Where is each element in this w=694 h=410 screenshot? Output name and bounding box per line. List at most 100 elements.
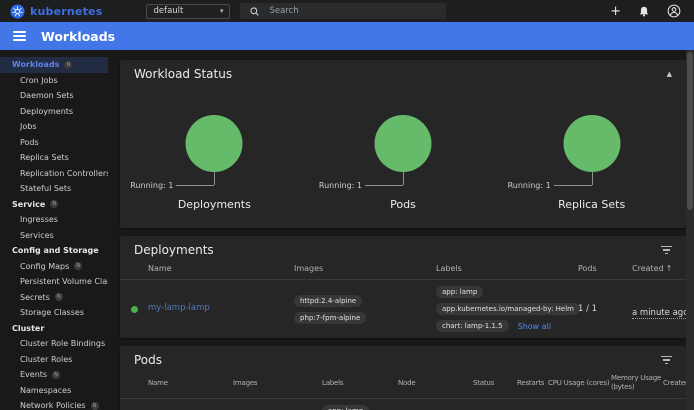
column-header-node[interactable]: Node [398, 379, 473, 387]
namespaced-badge-icon: N [74, 262, 82, 270]
deployment-table-row[interactable]: my-lamp-lamp httpd:2.4-alpine php:7-fpm-… [120, 280, 686, 338]
kubernetes-logo[interactable]: kubernetes [10, 4, 102, 19]
pie-legend: Running: 1 [319, 181, 362, 190]
namespaced-badge-icon: N [91, 402, 99, 410]
legend-connector [592, 172, 593, 185]
brand-text: kubernetes [30, 5, 102, 18]
label-chip: app: lamp [322, 405, 369, 410]
namespaced-badge-icon: N [64, 61, 72, 69]
sidebar-item-cluster-role-bindings[interactable]: Cluster Role Bindings [0, 336, 108, 352]
filter-icon[interactable] [661, 356, 672, 364]
pod-table-row[interactable]: my-lamp-lamp-5fd985cf68-jwvz4 httpd:2.4-… [120, 399, 686, 410]
sidebar-item-stateful-sets[interactable]: Stateful Sets [0, 181, 108, 197]
search-bar[interactable] [240, 3, 446, 19]
sidebar-item-config-maps[interactable]: Config Maps N [0, 259, 108, 275]
sidebar-item-config-and-storage[interactable]: Config and Storage [0, 243, 108, 259]
column-header-restarts[interactable]: Restarts [517, 379, 548, 387]
search-input[interactable] [269, 6, 419, 16]
image-chip: php:7-fpm-alpine [294, 312, 366, 324]
sidebar-item-secrets[interactable]: Secrets N [0, 290, 108, 306]
sidebar-item-persistent-volume-claims[interactable]: Persistent Volume Claims N [0, 274, 108, 290]
deployments-card: Deployments Name Images Labels Pods Crea… [120, 236, 686, 338]
account-user-icon[interactable] [667, 4, 681, 18]
sidebar-item-namespaces[interactable]: Namespaces [0, 383, 108, 399]
pie-slice-running[interactable] [563, 115, 620, 172]
label-chip: chart: lamp-1.1.5 [436, 320, 509, 332]
namespaced-badge-icon: N [55, 293, 63, 301]
workload-status-card: Workload Status ▲ Running: 1 Deployments… [120, 60, 686, 228]
legend-connector [214, 172, 215, 185]
sidebar-item-cluster[interactable]: Cluster [0, 321, 108, 337]
filter-icon[interactable] [661, 246, 672, 254]
column-header-labels[interactable]: Labels [322, 379, 398, 387]
deployments-card-title: Deployments [134, 243, 214, 257]
sidebar-item-daemon-sets[interactable]: Daemon Sets [0, 88, 108, 104]
show-all-link[interactable]: Show all [518, 322, 551, 331]
column-header-labels[interactable]: Labels [436, 264, 578, 273]
scrollbar-thumb[interactable] [687, 52, 693, 210]
namespace-value: default [153, 6, 183, 16]
sidebar-item-replica-sets[interactable]: Replica Sets [0, 150, 108, 166]
deployments-pie-chart: Running: 1 Deployments [120, 88, 309, 218]
sidebar-item-service[interactable]: Service N [0, 197, 108, 213]
pie-legend: Running: 1 [130, 181, 173, 190]
pie-slice-running[interactable] [186, 115, 243, 172]
legend-connector [365, 185, 403, 186]
search-icon [249, 6, 260, 17]
column-header-memory-usage[interactable]: Memory Usage (bytes) [606, 374, 663, 392]
workload-status-title: Workload Status [134, 67, 232, 81]
pods-card-title: Pods [134, 353, 162, 367]
sidebar-item-workloads[interactable]: Workloads N [0, 57, 108, 73]
column-header-cpu-usage[interactable]: CPU Usage (cores) [548, 379, 606, 387]
sidebar-item-pods[interactable]: Pods [0, 135, 108, 151]
label-chip: app.kubernetes.io/managed-by: Helm [436, 303, 580, 315]
sidebar-item-cron-jobs[interactable]: Cron Jobs [0, 73, 108, 89]
chart-title: Deployments [120, 198, 309, 211]
replica-sets-pie-chart: Running: 1 Replica Sets [497, 88, 686, 218]
legend-connector [554, 185, 592, 186]
namespaced-badge-icon: N [50, 200, 58, 208]
column-header-created[interactable]: Created↑ [632, 264, 686, 273]
namespace-selector[interactable]: default ▾ [146, 4, 230, 19]
deployment-name-link[interactable]: my-lamp-lamp [148, 303, 294, 314]
column-header-images[interactable]: Images [233, 379, 322, 387]
namespaced-badge-icon: N [52, 371, 60, 379]
sidebar-item-ingresses[interactable]: Ingresses [0, 212, 108, 228]
create-resource-button[interactable]: + [610, 5, 621, 18]
column-header-status[interactable]: Status [473, 379, 517, 387]
chevron-down-icon: ▾ [220, 7, 224, 15]
sort-ascending-icon: ↑ [666, 264, 673, 273]
sidebar-item-cluster-roles[interactable]: Cluster Roles [0, 352, 108, 368]
page-title: Workloads [41, 29, 115, 44]
vertical-scrollbar[interactable] [686, 50, 694, 410]
column-header-images[interactable]: Images [294, 264, 436, 273]
created-cell: a minute ago [632, 308, 688, 319]
status-ok-dot-icon [131, 306, 138, 313]
column-header-pods[interactable]: Pods [578, 264, 632, 273]
label-chip: app: lamp [436, 286, 483, 298]
deployments-table-header: Name Images Labels Pods Created↑ [120, 261, 686, 280]
legend-connector [176, 185, 214, 186]
menu-hamburger-icon[interactable] [13, 31, 26, 41]
sidebar-item-network-policies[interactable]: Network Policies N [0, 398, 108, 410]
chart-title: Pods [309, 198, 498, 211]
collapse-card-icon[interactable]: ▲ [667, 70, 672, 78]
sidebar-item-services[interactable]: Services [0, 228, 108, 244]
sidebar-item-events[interactable]: Events N [0, 367, 108, 383]
sidebar-item-storage-classes[interactable]: Storage Classes [0, 305, 108, 321]
pie-slice-running[interactable] [375, 115, 432, 172]
notifications-bell-icon[interactable] [638, 5, 650, 18]
sidebar-item-jobs[interactable]: Jobs [0, 119, 108, 135]
pods-ratio-cell: 1 / 1 [578, 304, 632, 314]
pods-table-header: Name Images Labels Node Status Restarts … [120, 371, 686, 399]
app-bar: Workloads [0, 22, 694, 50]
sidebar-item-replication-controllers[interactable]: Replication Controllers [0, 166, 108, 182]
column-header-name[interactable]: Name [148, 379, 233, 387]
sidebar-nav: Workloads N Cron Jobs Daemon Sets Deploy… [0, 50, 108, 410]
top-bar: kubernetes default ▾ + [0, 0, 694, 22]
sidebar-item-deployments[interactable]: Deployments [0, 104, 108, 120]
image-chip: httpd:2.4-alpine [294, 295, 362, 307]
pie-legend: Running: 1 [508, 181, 551, 190]
kubernetes-wheel-icon [10, 4, 25, 19]
column-header-name[interactable]: Name [148, 264, 294, 273]
